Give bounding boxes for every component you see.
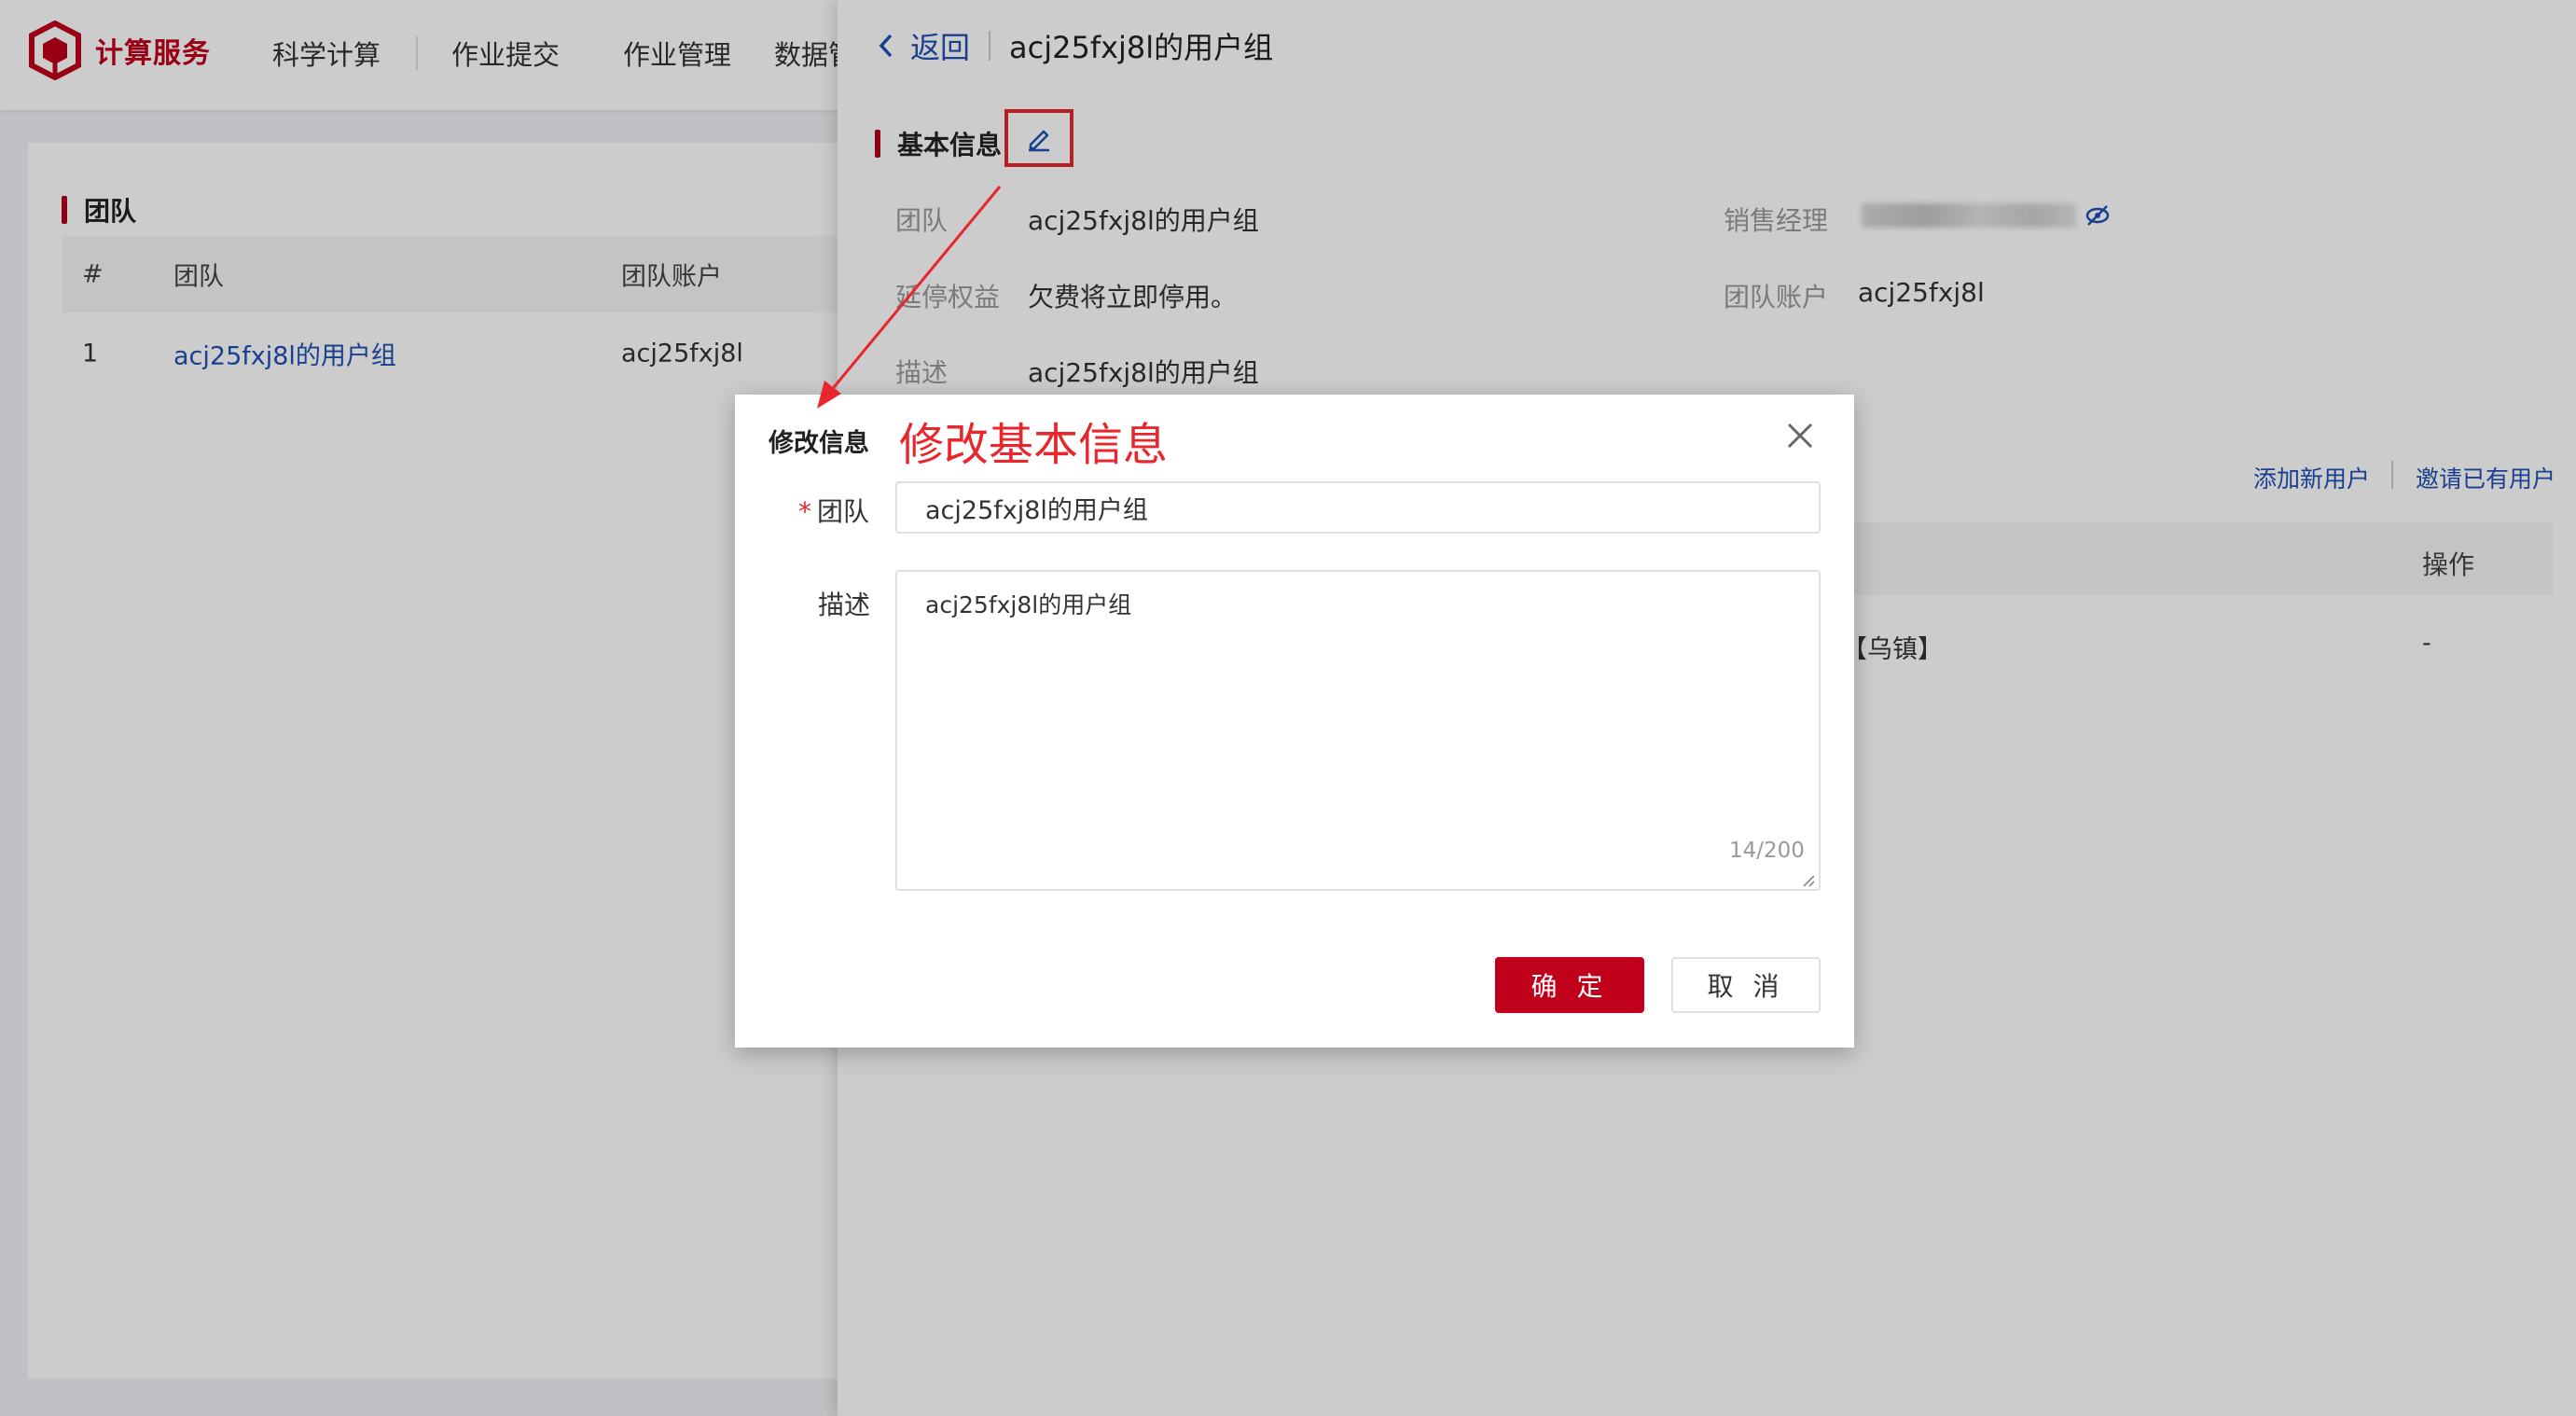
team-name-input[interactable] [895, 481, 1821, 534]
confirm-button[interactable]: 确 定 [1495, 957, 1644, 1013]
edit-info-dialog: 修改信息 修改基本信息 *团队 描述 acj25fxj8l的用户组 14/200… [735, 395, 1854, 1048]
resize-handle-icon[interactable] [1800, 872, 1815, 887]
annotation-text: 修改基本信息 [899, 419, 1169, 471]
desc-field-label: 描述 [818, 590, 871, 620]
close-icon[interactable] [1780, 415, 1821, 456]
required-mark: * [798, 496, 811, 527]
cancel-button[interactable]: 取 消 [1671, 957, 1821, 1013]
team-field-label: * 团队 [798, 496, 870, 527]
char-counter: 14/200 [1729, 839, 1805, 863]
description-textarea[interactable]: acj25fxj8l的用户组 [895, 570, 1821, 891]
dialog-title: 修改信息 [769, 429, 869, 458]
